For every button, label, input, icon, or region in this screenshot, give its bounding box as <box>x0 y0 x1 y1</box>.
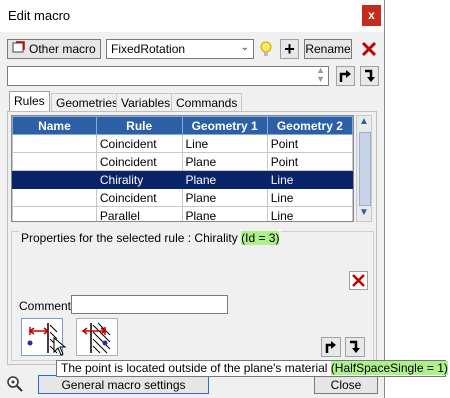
cell-name <box>12 134 97 153</box>
cell-rule: Parallel <box>95 206 183 221</box>
cell-geometry-2: Line <box>266 206 353 221</box>
window-title: Edit macro <box>8 8 71 23</box>
point-inside-plane-icon <box>81 322 111 354</box>
cell-geometry-1: Line <box>181 134 268 153</box>
cell-name <box>12 152 97 171</box>
tab-variables[interactable]: Variables <box>116 93 176 111</box>
arrow-up-icon <box>339 70 351 82</box>
move-up-button[interactable] <box>336 66 355 86</box>
cell-geometry-1: Plane <box>181 206 268 221</box>
cell-name <box>12 188 97 207</box>
table-row[interactable]: Parallel Plane Line <box>12 206 353 221</box>
arrow-down-icon <box>365 69 375 82</box>
cell-geometry-2: Point <box>266 152 353 171</box>
tooltip-text: The point is located outside of the plan… <box>61 361 328 375</box>
cell-name <box>12 170 97 189</box>
table-row[interactable]: Coincident Line Point <box>12 134 353 153</box>
cell-geometry-2: Point <box>266 134 353 153</box>
cell-geometry-2: Line <box>266 170 353 189</box>
other-macro-label: Other macro <box>29 42 96 56</box>
rules-grid[interactable]: Name Rule Geometry 1 Geometry 2 Coincide… <box>11 115 354 222</box>
cell-rule: Coincident <box>95 152 183 171</box>
tooltip-badge: (HalfSpaceSingle = 1) <box>330 361 448 375</box>
lightbulb-button[interactable] <box>257 39 275 59</box>
properties-caption: Properties for the selected rule : Chira… <box>19 231 282 245</box>
lightbulb-icon <box>260 41 272 56</box>
delete-x-icon <box>361 41 377 57</box>
half-space-inside-button[interactable] <box>76 318 118 356</box>
tab-rules[interactable]: Rules <box>9 91 50 112</box>
move-down-button[interactable] <box>360 66 379 86</box>
rule-id-badge: (Id = 3) <box>241 231 280 245</box>
grid-header-row: Name Rule Geometry 1 Geometry 2 <box>12 116 353 135</box>
rename-button[interactable]: Rename <box>304 39 352 59</box>
grid-vertical-scrollbar[interactable]: ▲ ▼ <box>356 115 372 222</box>
scroll-thumb[interactable] <box>359 132 371 206</box>
column-header-geometry-1[interactable]: Geometry 1 <box>181 116 268 135</box>
arrow-up-icon <box>325 341 336 353</box>
cell-rule: Chirality <box>95 170 183 189</box>
chevron-down-icon: ⌄ <box>240 42 249 53</box>
cell-rule: Coincident <box>95 188 183 207</box>
delete-rule-button[interactable] <box>349 271 368 290</box>
cell-geometry-1: Plane <box>181 170 268 189</box>
scroll-up-icon[interactable]: ▲ <box>359 116 369 127</box>
edit-macro-dialog: Edit macro x Other macro FixedRotation ⌄… <box>0 0 385 398</box>
title-bar: Edit macro x <box>0 0 384 32</box>
macro-select[interactable]: FixedRotation ⌄ <box>106 39 254 59</box>
properties-label: Properties for the selected rule : Chira… <box>21 231 238 245</box>
arrow-down-icon <box>350 340 360 353</box>
delete-x-icon <box>352 274 365 287</box>
delete-macro-button[interactable] <box>358 38 380 60</box>
column-header-name[interactable]: Name <box>12 116 97 135</box>
plus-icon: + <box>284 39 295 59</box>
general-macro-settings-button[interactable]: General macro settings <box>38 375 209 394</box>
tab-geometries[interactable]: Geometries <box>51 93 124 111</box>
close-button[interactable]: Close <box>314 375 378 394</box>
cell-rule: Coincident <box>95 134 183 153</box>
tab-commands[interactable]: Commands <box>171 93 243 111</box>
table-row[interactable]: Coincident Plane Point <box>12 152 353 171</box>
cell-geometry-1: Plane <box>181 152 268 171</box>
comment-input[interactable] <box>71 295 228 314</box>
add-macro-button[interactable]: + <box>280 39 299 59</box>
rule-move-down-button[interactable] <box>345 337 365 357</box>
comment-label: Comment <box>19 299 72 313</box>
table-row[interactable]: Coincident Plane Line <box>12 188 353 207</box>
column-header-geometry-2[interactable]: Geometry 2 <box>266 116 353 135</box>
column-header-rule[interactable]: Rule <box>95 116 183 135</box>
cell-name <box>12 206 97 221</box>
other-macro-button[interactable]: Other macro <box>7 39 101 59</box>
macro-icon <box>12 41 26 59</box>
macro-select-value: FixedRotation <box>111 42 186 56</box>
rule-move-up-button[interactable] <box>321 337 341 357</box>
table-row-selected[interactable]: Chirality Plane Line <box>12 170 353 189</box>
zoom-search-icon[interactable] <box>6 375 24 393</box>
cell-geometry-2: Line <box>266 188 353 207</box>
cell-geometry-1: Plane <box>181 188 268 207</box>
scroll-stepper-icon: ▲ ▼ <box>316 65 325 84</box>
window-close-button[interactable]: x <box>362 5 381 26</box>
mouse-cursor-icon <box>53 337 67 356</box>
macro-description-input[interactable]: ▲ ▼ <box>7 66 329 86</box>
tooltip: The point is located outside of the plan… <box>56 360 448 377</box>
scroll-down-icon[interactable]: ▼ <box>359 207 369 218</box>
